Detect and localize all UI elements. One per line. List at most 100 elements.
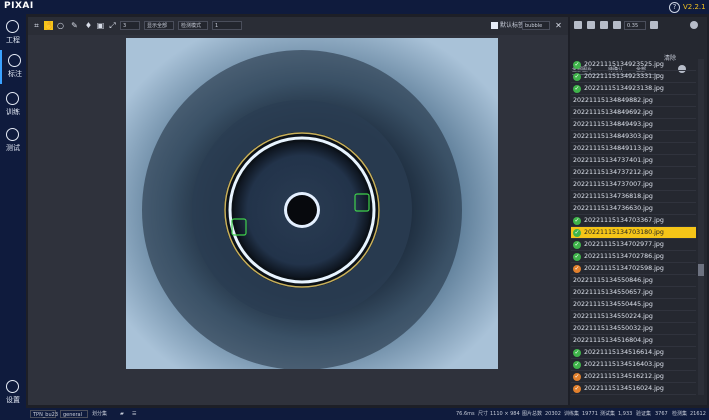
file-list-item[interactable]: 20221115134737007.jpg	[571, 179, 696, 191]
pen-icon[interactable]: ✎	[70, 21, 79, 30]
file-name: 20221115134516212.jpg	[584, 373, 664, 380]
fit-icon[interactable]: ⤢	[108, 21, 117, 30]
file-list-item[interactable]: ✓ 20221115134516024.jpg	[571, 383, 696, 395]
file-list-item[interactable]: 20221115134737401.jpg	[571, 155, 696, 167]
tools-icon[interactable]: ✕	[554, 21, 563, 30]
file-list-item[interactable]: 20221115134550224.jpg	[571, 311, 696, 323]
number-stepper[interactable]: 1	[212, 21, 242, 30]
file-list-item[interactable]: 20221115134736630.jpg	[571, 203, 696, 215]
nav-item-settings[interactable]: 设置	[0, 376, 26, 410]
nav-label: 设置	[6, 396, 20, 404]
folder-icon[interactable]: ▰	[120, 410, 124, 418]
zoom-input[interactable]: 0.35	[624, 21, 646, 30]
file-list-item[interactable]: 20221115134550445.jpg	[571, 299, 696, 311]
file-list-item[interactable]: 20221115134516804.jpg	[571, 335, 696, 347]
default-label-checkbox[interactable]	[491, 22, 498, 29]
nav-item-train[interactable]: 训练	[0, 88, 26, 122]
check-icon: ✓	[573, 241, 581, 249]
file-list-item[interactable]: ✓ 20221115134702786.jpg	[571, 251, 696, 263]
file-name: 20221115134550032.jpg	[573, 325, 653, 332]
verify-value: 3767	[655, 411, 668, 417]
swap-icon[interactable]	[600, 21, 608, 29]
save-icon[interactable]: ▣	[96, 21, 105, 30]
file-name: 20221115134550657.jpg	[573, 289, 653, 296]
file-list-item[interactable]: ✓ 20221115134923525.jpg	[571, 59, 696, 71]
check-icon: ✓	[573, 85, 581, 93]
train-value: 19771	[582, 411, 598, 417]
file-name: 20221115134737212.jpg	[573, 169, 653, 176]
file-list-item[interactable]: 20221115134849303.jpg	[571, 131, 696, 143]
model-field[interactable]: general	[60, 410, 88, 418]
file-list-item[interactable]: ✓ 20221115134516403.jpg	[571, 359, 696, 371]
image-canvas[interactable]	[126, 38, 498, 369]
file-list-item[interactable]: ✓ 20221115134703180.jpg	[571, 227, 696, 239]
display-select[interactable]: 显示全部	[144, 21, 174, 30]
file-list-item[interactable]: ✓ 20221115134516614.jpg	[571, 347, 696, 359]
file-list-item[interactable]: 20221115134550846.jpg	[571, 275, 696, 287]
mode-select[interactable]: 检测模式	[178, 21, 208, 30]
file-name: 20221115134703367.jpg	[584, 217, 664, 224]
file-list-item[interactable]: 20221115134849113.jpg	[571, 143, 696, 155]
file-list-item[interactable]: 20221115134736818.jpg	[571, 191, 696, 203]
inference-time: 76.6ms	[456, 411, 475, 417]
list-icon[interactable]: ☰	[132, 410, 136, 418]
file-list-scrollbar[interactable]	[698, 59, 704, 395]
file-name: 20221115134550445.jpg	[573, 301, 653, 308]
nav-item-annotate[interactable]: 标注	[0, 50, 26, 84]
file-list-item[interactable]: ✓ 20221115134703367.jpg	[571, 215, 696, 227]
nav-item-project[interactable]: 工程	[0, 16, 26, 50]
file-list-item[interactable]: 20221115134550657.jpg	[571, 287, 696, 299]
file-list-item[interactable]: ✓ 20221115134516212.jpg	[571, 371, 696, 383]
gear-icon	[6, 380, 19, 393]
detect-value: 21612	[690, 411, 706, 417]
delete-icon[interactable]	[587, 21, 595, 29]
test-label: 测试集	[600, 411, 616, 417]
info-icon[interactable]	[690, 21, 698, 29]
file-list-item[interactable]: 20221115134849692.jpg	[571, 107, 696, 119]
file-name: 20221115134849113.jpg	[573, 145, 653, 152]
file-name: 20221115134849493.jpg	[573, 121, 653, 128]
file-list-item[interactable]: 20221115134737212.jpg	[571, 167, 696, 179]
left-nav: 工程 标注 训练 测试 设置	[0, 14, 26, 410]
total-label: 图片总数	[522, 411, 543, 417]
train-icon	[6, 92, 19, 105]
help-icon[interactable]: ?	[669, 2, 680, 13]
test-icon	[6, 128, 19, 141]
file-name: 20221115134550224.jpg	[573, 313, 653, 320]
file-name: 20221115134702598.jpg	[584, 265, 664, 272]
warning-icon: ✓	[573, 373, 581, 381]
file-list-item[interactable]: 20221115134849882.jpg	[571, 95, 696, 107]
stepper-icon[interactable]	[650, 21, 658, 29]
file-name: 20221115134923138.jpg	[584, 85, 664, 92]
file-list-item[interactable]: 20221115134550032.jpg	[571, 323, 696, 335]
hand-icon[interactable]: ✋	[44, 21, 54, 30]
project-field[interactable]: TPN_bu23	[30, 410, 58, 418]
nav-label: 工程	[6, 36, 20, 44]
nav-label: 标注	[8, 70, 22, 78]
circle-icon[interactable]: ○	[56, 21, 65, 30]
expand-icon[interactable]	[613, 21, 621, 29]
train-label: 训练集	[564, 411, 580, 417]
image-icon[interactable]	[574, 21, 582, 29]
check-icon: ✓	[573, 61, 581, 69]
size-value: 1110 × 984	[490, 411, 520, 417]
file-list-item[interactable]: 20221115134849493.jpg	[571, 119, 696, 131]
crop-icon[interactable]: ⌗	[32, 21, 41, 30]
file-name: 20221115134516614.jpg	[584, 349, 664, 356]
label-select[interactable]: bubble	[522, 21, 550, 30]
file-name: 20221115134849303.jpg	[573, 133, 653, 140]
file-name: 20221115134849882.jpg	[573, 97, 653, 104]
file-list-item[interactable]: ✓ 20221115134923331.jpg	[571, 71, 696, 83]
scrollbar-thumb[interactable]	[698, 264, 704, 276]
file-list-item[interactable]: ✓ 20221115134702598.jpg	[571, 263, 696, 275]
brush-size-input[interactable]: 3	[120, 21, 140, 30]
check-icon: ✓	[573, 349, 581, 357]
annotate-icon	[8, 54, 21, 67]
nav-item-test[interactable]: 测试	[0, 124, 26, 158]
check-icon: ✓	[573, 73, 581, 81]
app-logo: PIXAI	[4, 1, 34, 11]
file-list-item[interactable]: ✓ 20221115134923138.jpg	[571, 83, 696, 95]
file-name: 20221115134516804.jpg	[573, 337, 653, 344]
file-list-item[interactable]: ✓ 20221115134702977.jpg	[571, 239, 696, 251]
brush-icon[interactable]: ♦	[84, 21, 93, 30]
